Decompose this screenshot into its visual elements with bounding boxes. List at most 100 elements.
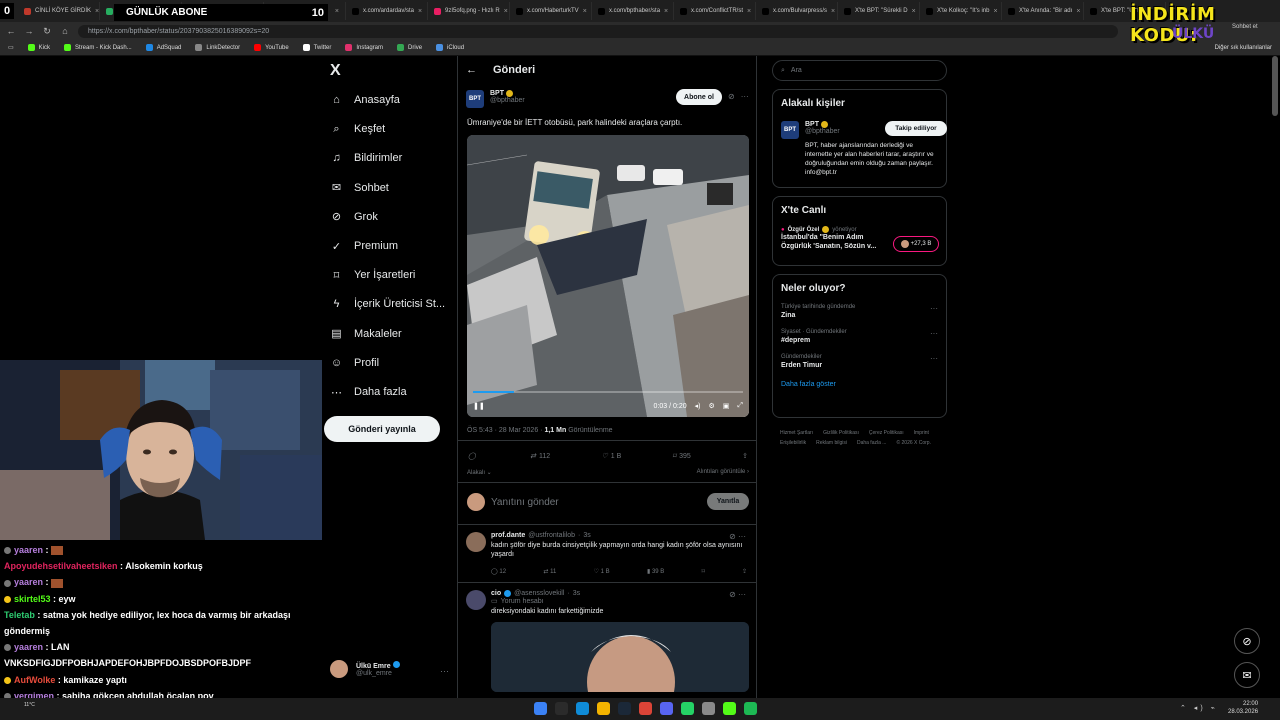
bookmarks-folder-icon[interactable]: ▭ xyxy=(8,44,14,51)
browser-tab[interactable]: x.com/bpthaber/sta × xyxy=(592,2,674,20)
close-icon[interactable]: × xyxy=(95,8,99,15)
chat-username[interactable]: yaaren xyxy=(14,545,43,555)
nav-item[interactable]: ⊘ Grok xyxy=(330,206,378,228)
bookmark-item[interactable]: Instagram xyxy=(345,44,383,51)
browser-tab[interactable]: 9zI5ofq.png - Hızlı R × xyxy=(428,2,510,20)
avatar[interactable] xyxy=(466,532,486,552)
more-icon[interactable]: ··· xyxy=(930,329,938,338)
url-field[interactable]: https://x.com/bpthaber/status/2037903825… xyxy=(78,24,1118,38)
system-tray[interactable]: ⌃ ◂) ⌁ xyxy=(1180,704,1218,712)
home-icon[interactable]: ⌂ xyxy=(60,26,70,36)
video-progress-track[interactable] xyxy=(473,391,743,393)
like-action[interactable]: ♡ 1 B xyxy=(594,568,610,575)
volume-icon[interactable]: ◂) xyxy=(695,402,701,410)
browser-tab[interactable]: X'te Anında: "Bir adı × xyxy=(1002,2,1084,20)
repost-action[interactable]: ⇄ 11 xyxy=(543,568,556,575)
chat-username[interactable]: Apoyudehsetilvaheetsiken xyxy=(4,561,118,571)
footer-link[interactable]: Reklam bilgisi xyxy=(816,438,847,448)
trend-item[interactable]: Türkiye tarihinde gündemde Zina ··· xyxy=(781,304,938,319)
more-icon[interactable]: ⊘ ··· xyxy=(729,532,746,541)
nav-item[interactable]: ⌑ Yer İşaretleri xyxy=(330,264,416,286)
grok-float-icon[interactable]: ⊘ xyxy=(1234,628,1260,654)
reply-action[interactable]: ◯ xyxy=(468,452,479,460)
close-icon[interactable]: × xyxy=(747,8,751,15)
x-logo-icon[interactable]: X xyxy=(330,62,341,80)
browser-tab[interactable]: X'te Kolkoç: "It's inb × xyxy=(920,2,1002,20)
chat-username[interactable]: yaaren xyxy=(14,642,43,652)
bookmark-action[interactable]: ⌑ 395 xyxy=(673,452,691,461)
live-item[interactable]: ● Özgür Özel yönetiyor İstanbul'da "Benim … xyxy=(781,226,939,252)
fullscreen-icon[interactable]: ⤢ xyxy=(737,402,743,410)
search-input[interactable]: ⌕ Ara xyxy=(772,60,947,81)
bookmark-item[interactable]: YouTube xyxy=(254,44,289,51)
post-button[interactable]: Gönderi yayınla xyxy=(324,416,440,442)
footer-link[interactable]: Daha fazla ... xyxy=(857,438,886,448)
reply-image[interactable] xyxy=(491,622,749,693)
bookmark-item[interactable]: Stream - Kick Dash... xyxy=(64,44,132,51)
footer-link[interactable]: Imprint xyxy=(914,428,929,438)
whatsapp-icon[interactable] xyxy=(681,702,694,715)
nav-item[interactable]: ⋯ Daha fazla xyxy=(330,381,407,403)
views-action[interactable]: ▮ 39 B xyxy=(647,568,664,575)
share-icon[interactable]: ⇪ xyxy=(742,568,747,575)
scrollbar[interactable] xyxy=(1272,56,1278,116)
post-timestamp[interactable]: ÖS 5:43 · 28 Mar 2026 xyxy=(467,427,538,434)
nav-item[interactable]: ♫ Bildirimler xyxy=(330,147,402,169)
subscribe-button[interactable]: Abone ol xyxy=(676,89,722,105)
weather-widget[interactable]: 11°C xyxy=(24,702,35,708)
kick-icon[interactable] xyxy=(723,702,736,715)
chat-username[interactable]: yaaren xyxy=(14,577,43,587)
start-icon[interactable] xyxy=(534,702,547,715)
bookmark-item[interactable]: Drive xyxy=(397,44,422,51)
forward-icon[interactable]: → xyxy=(24,26,34,36)
share-icon[interactable]: ⇪ xyxy=(742,452,748,460)
browser-tab[interactable]: x.com/HaberturkTV × xyxy=(510,2,592,20)
discord-icon[interactable] xyxy=(660,702,673,715)
author-avatar[interactable]: BPT xyxy=(466,90,484,108)
footer-link[interactable]: Erişilebilirlik xyxy=(780,438,806,448)
browser-tab[interactable]: X'te BPT: "Sürekli D × xyxy=(838,2,920,20)
browser-tab[interactable]: x.com/ardardav/sta × xyxy=(346,2,428,20)
comment-action[interactable]: ◯ 12 xyxy=(491,568,506,575)
edge-icon[interactable] xyxy=(576,702,589,715)
reply-author[interactable]: cio xyxy=(491,590,501,597)
nav-item[interactable]: ϟ İçerik Üreticisi St... xyxy=(330,293,446,315)
nav-item[interactable]: ✉ Sohbet xyxy=(330,177,389,199)
bookmark-item[interactable]: AdSquad xyxy=(145,44,181,51)
close-icon[interactable]: × xyxy=(1076,8,1080,15)
pip-icon[interactable]: ▣ xyxy=(723,402,730,410)
messages-float-icon[interactable]: ✉ xyxy=(1234,662,1260,688)
chat-username[interactable]: skirtel53 xyxy=(14,594,51,604)
avatar[interactable] xyxy=(466,590,486,610)
following-button[interactable]: Takip ediliyor xyxy=(885,121,947,136)
bookmark-icon[interactable]: ⌑ xyxy=(702,568,705,575)
more-icon[interactable]: ⊘ ··· xyxy=(729,590,746,599)
close-icon[interactable]: × xyxy=(418,8,422,15)
pause-icon[interactable]: ❚❚ xyxy=(473,402,485,410)
close-icon[interactable]: × xyxy=(664,8,668,15)
repost-action[interactable]: ⇄ 112 xyxy=(530,452,550,461)
browser-tab[interactable]: x.com/Bulvarpress/s × xyxy=(756,2,838,20)
search-icon[interactable] xyxy=(555,702,568,715)
show-more-link[interactable]: Daha fazla göster xyxy=(781,381,938,388)
reply-input[interactable]: Yanıtını gönder xyxy=(491,497,559,508)
more-icon[interactable]: ··· xyxy=(930,354,938,363)
close-icon[interactable]: × xyxy=(583,8,587,15)
nav-item[interactable]: ▤ Makaleler xyxy=(330,323,401,345)
clock[interactable]: 22:00 28.03.2026 xyxy=(1228,700,1258,717)
related-dropdown[interactable]: Alakalı ⌄ xyxy=(467,469,492,476)
view-quotes-link[interactable]: Alıntıları görüntüle › xyxy=(697,469,749,476)
close-icon[interactable]: × xyxy=(335,8,339,15)
nav-item[interactable]: ⌕ Keşfet xyxy=(330,118,385,140)
nav-item[interactable]: ☺ Profil xyxy=(330,352,379,374)
footer-link[interactable]: © 2026 X Corp. xyxy=(896,438,931,448)
close-icon[interactable]: × xyxy=(912,8,916,15)
bookmark-item[interactable]: Kick xyxy=(27,44,50,51)
close-icon[interactable]: × xyxy=(831,8,835,15)
more-icon[interactable]: ··· xyxy=(930,304,938,313)
related-person[interactable]: BPT BPT @bpthaber Takip ediliyor xyxy=(781,121,947,139)
bookmark-item[interactable]: LinkDetector xyxy=(195,44,240,51)
footer-link[interactable]: Gizlilik Politikası xyxy=(823,428,859,438)
close-icon[interactable]: × xyxy=(504,8,508,15)
bookmark-item[interactable]: Twitter xyxy=(302,44,331,51)
